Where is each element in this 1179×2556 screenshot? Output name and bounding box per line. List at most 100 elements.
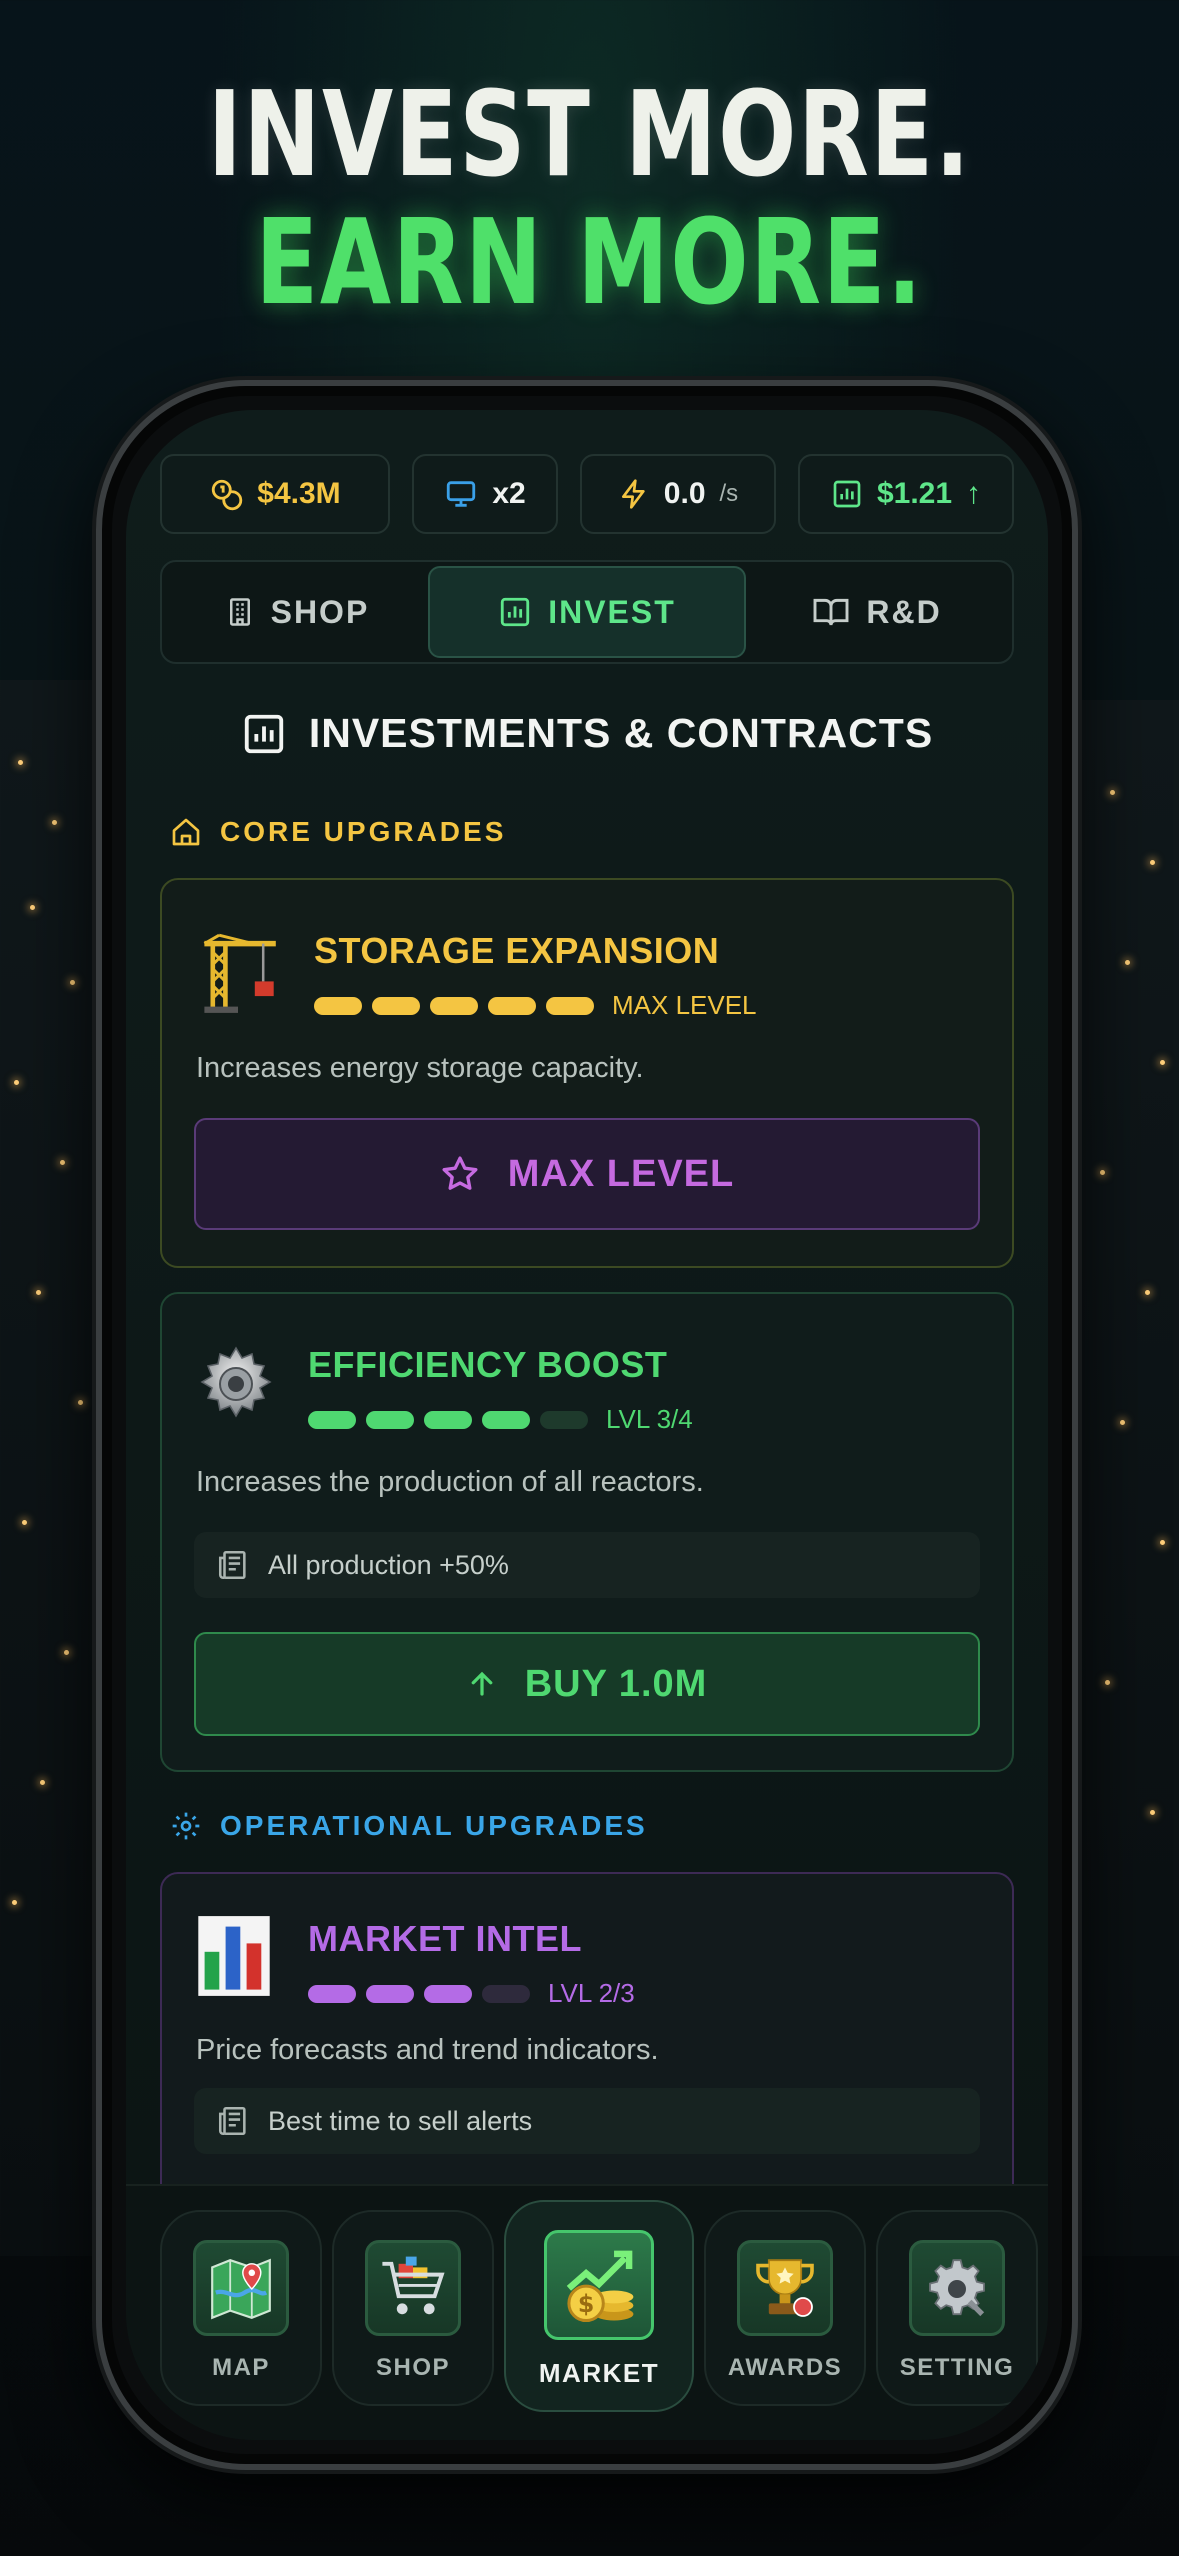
tab-shop-label: SHOP [270,593,370,630]
buy-efficiency-button[interactable]: BUY 1.0M [194,1632,980,1736]
energy-rate-value: 0.0 [663,477,706,510]
operational-upgrades-header: OPERATIONAL UPGRADES [170,1810,648,1842]
core-upgrades-header: CORE UPGRADES [170,816,506,848]
monitor-icon [444,477,478,511]
tab-rnd-label: R&D [866,593,942,630]
price-stat[interactable]: $1.21 ↑ [798,454,1014,534]
nav-shop[interactable]: SHOP [332,2210,494,2406]
level-pip [546,996,594,1015]
app-screen: $4.3M x2 0.0 /s $1.21 ↑ SHOP INVEST R&D … [126,410,1048,2440]
bottom-navigation: MAP SHOP $ MARKET AWARDS SETTING [126,2184,1048,2440]
money-stat[interactable]: $4.3M [160,454,390,534]
nav-market[interactable]: $ MARKET [504,2200,694,2412]
efficiency-perk-text: All production +50% [268,1549,509,1580]
phone-frame: $4.3M x2 0.0 /s $1.21 ↑ SHOP INVEST R&D … [96,380,1078,2470]
money-value: $4.3M [257,477,341,510]
crane-icon [196,930,276,1013]
nav-map-label: MAP [212,2354,270,2381]
level-pip [366,1984,414,2003]
star-icon [440,1154,480,1194]
storage-level-bar: MAX LEVEL [314,990,757,1021]
level-pip [366,1410,414,1429]
core-upgrades-label: CORE UPGRADES [220,816,507,847]
operational-upgrades-label: OPERATIONAL UPGRADES [220,1810,648,1841]
price-value: $1.21 [876,477,953,510]
section-title-text: INVESTMENTS & CONTRACTS [308,710,934,756]
energy-rate-unit: /s [719,480,739,507]
efficiency-level-text: LVL 3/4 [606,1404,693,1434]
storage-max-level-button[interactable]: MAX LEVEL [194,1118,980,1230]
background-refinery-left [0,680,110,2256]
market-perk: Best time to sell alerts [194,2088,980,2154]
market-coins-icon: $ [544,2230,654,2340]
tab-rnd[interactable]: R&D [746,566,1008,658]
market-description: Price forecasts and trend indicators. [196,2034,659,2066]
market-level-text: LVL 2/3 [548,1978,635,2008]
nav-awards[interactable]: AWARDS [704,2210,866,2406]
headline: INVEST MORE. EARN MORE. [0,70,1179,326]
book-icon [812,596,850,628]
trophy-icon [737,2240,833,2336]
level-pip [314,996,362,1015]
storage-level-text: MAX LEVEL [612,990,757,1020]
nav-market-label: MARKET [538,2358,660,2388]
efficiency-boost-title: EFFICIENCY BOOST [308,1344,668,1385]
level-pip [424,1984,472,2003]
efficiency-description: Increases the production of all reactors… [196,1466,704,1498]
price-chart-icon [831,478,863,510]
level-pip-empty [540,1410,588,1429]
nav-map[interactable]: MAP [160,2210,322,2406]
headline-line-1: INVEST MORE. [207,65,972,203]
level-pip [308,1410,356,1429]
market-intel-title: MARKET INTEL [308,1918,582,1959]
level-pip [308,1984,356,2003]
document-icon [216,1548,250,1582]
map-icon [193,2240,289,2336]
efficiency-perk: All production +50% [194,1532,980,1598]
level-pip [424,1410,472,1429]
svg-text:$: $ [578,2290,594,2318]
tab-invest[interactable]: INVEST [427,566,747,658]
storage-description: Increases energy storage capacity. [196,1052,644,1084]
level-pip [488,996,536,1015]
level-pip [482,1410,530,1429]
storage-expansion-card: STORAGE EXPANSION MAX LEVEL Increases en… [160,878,1014,1268]
market-perk-text: Best time to sell alerts [268,2105,533,2136]
tab-shop[interactable]: SHOP [166,566,428,658]
nav-setting-label: SETTING [899,2354,1015,2381]
lightning-icon [618,477,650,511]
storage-button-label: MAX LEVEL [507,1152,735,1195]
coins-icon [209,477,243,511]
investments-chart-icon [241,711,287,757]
market-level-bar: LVL 2/3 [308,1978,635,2009]
building-icon [225,596,255,628]
cog-outline-icon [170,1810,202,1842]
home-icon [170,816,202,848]
price-trend-arrow-icon: ↑ [966,477,982,510]
buy-button-label: BUY 1.0M [524,1662,708,1705]
nav-awards-label: AWARDS [727,2354,843,2381]
gear-icon [196,1344,276,1424]
stats-bar: $4.3M x2 0.0 /s $1.21 ↑ [160,454,1014,534]
chart-icon [498,595,532,629]
storage-expansion-title: STORAGE EXPANSION [314,930,720,971]
level-pip [372,996,420,1015]
multiplier-stat[interactable]: x2 [412,454,558,534]
cart-icon [365,2240,461,2336]
arrow-up-icon [467,1667,497,1701]
multiplier-value: x2 [492,477,526,510]
section-title: INVESTMENTS & CONTRACTS [126,710,1048,757]
efficiency-level-bar: LVL 3/4 [308,1404,693,1435]
efficiency-boost-card: EFFICIENCY BOOST LVL 3/4 Increases the p… [160,1292,1014,1772]
settings-gear-icon [909,2240,1005,2336]
headline-line-2: EARN MORE. [255,193,924,331]
nav-setting[interactable]: SETTING [876,2210,1038,2406]
background-refinery-right [1069,700,1179,2256]
level-pip [430,996,478,1015]
energy-rate-stat[interactable]: 0.0 /s [580,454,776,534]
document-icon [216,2104,250,2138]
level-pip-empty [482,1984,530,2003]
bar-chart-icon [196,1914,276,1996]
tab-invest-label: INVEST [548,593,676,630]
top-tabs: SHOP INVEST R&D [160,560,1014,664]
